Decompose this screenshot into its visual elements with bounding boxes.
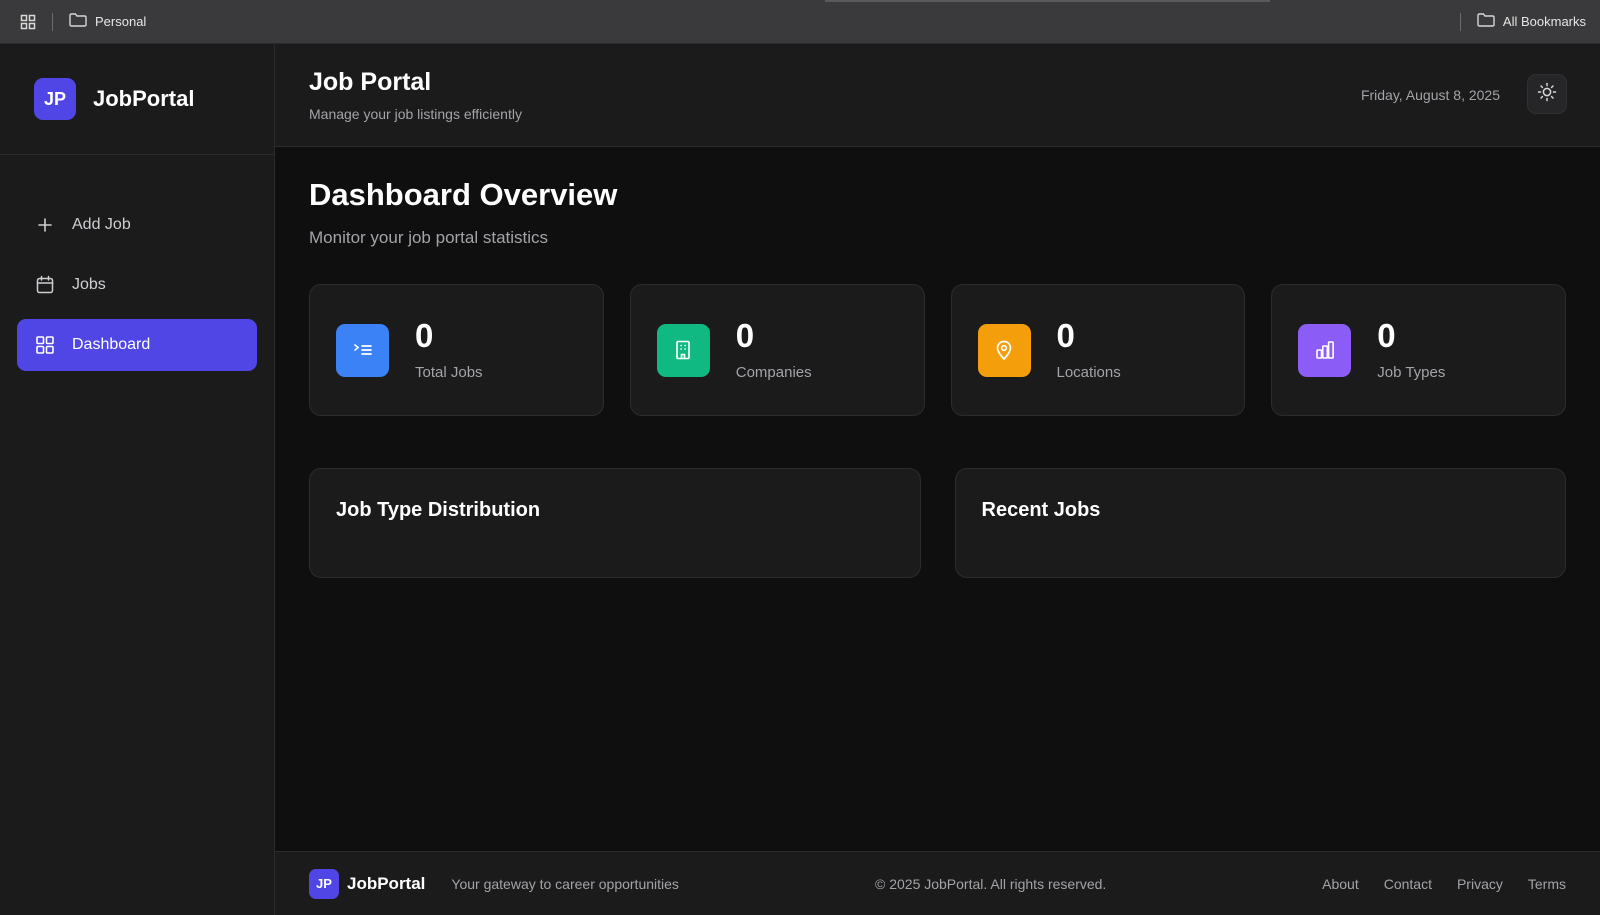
- recent-jobs-panel: Recent Jobs: [954, 468, 1566, 578]
- folder-icon: [69, 13, 87, 30]
- footer-link-terms[interactable]: Terms: [1528, 876, 1566, 892]
- stat-label: Total Jobs: [415, 364, 483, 381]
- footer-links: About Contact Privacy Terms: [1322, 876, 1566, 892]
- current-date: Friday, August 8, 2025: [1360, 87, 1500, 103]
- page-footer: JP JobPortal Your gateway to career oppo…: [275, 851, 1600, 915]
- panels-row: Job Type Distribution Recent Jobs: [309, 468, 1566, 578]
- bookmark-folder-label: All Bookmarks: [1502, 14, 1586, 29]
- list-icon: [336, 323, 389, 377]
- stat-label: Companies: [735, 364, 812, 381]
- brand-name: JobPortal: [93, 86, 195, 111]
- job-type-distribution-panel: Job Type Distribution: [309, 468, 921, 578]
- footer-logo-badge: JP: [309, 868, 339, 899]
- stat-card-companies[interactable]: 0 Companies: [629, 284, 925, 416]
- main-content: Dashboard Overview Monitor your job port…: [275, 147, 1600, 851]
- dashboard-grid-icon: [35, 335, 55, 355]
- stat-card-total-jobs[interactable]: 0 Total Jobs: [309, 284, 604, 416]
- sidebar-item-dashboard[interactable]: Dashboard: [17, 319, 257, 371]
- sidebar-item-label: Jobs: [72, 276, 106, 293]
- stat-card-locations[interactable]: 0 Locations: [950, 284, 1246, 416]
- panel-title: Job Type Distribution: [336, 499, 541, 521]
- footer-tagline: Your gateway to career opportunities: [451, 875, 679, 892]
- page-subtitle: Monitor your job portal statistics: [309, 228, 549, 247]
- stat-label: Locations: [1056, 364, 1121, 381]
- footer-link-contact[interactable]: Contact: [1384, 876, 1432, 892]
- bar-chart-icon: [1298, 323, 1352, 377]
- calendar-icon: [35, 275, 55, 295]
- footer-link-about[interactable]: About: [1322, 876, 1359, 892]
- bookmark-folder-all[interactable]: All Bookmarks: [1477, 13, 1586, 30]
- sidebar: JP JobPortal Add Job Jobs Dashboard: [0, 44, 275, 915]
- map-pin-icon: [977, 323, 1031, 377]
- header-subtitle: Manage your job listings efficiently: [309, 106, 522, 122]
- sidebar-item-jobs[interactable]: Jobs: [17, 259, 257, 311]
- stats-row: 0 Total Jobs 0 Companies 0 Locations 0 J…: [309, 284, 1566, 416]
- page-header: Job Portal Manage your job listings effi…: [275, 44, 1600, 147]
- plus-icon: [35, 215, 55, 235]
- theme-toggle-button[interactable]: [1527, 74, 1567, 114]
- sidebar-brand[interactable]: JP JobPortal: [0, 44, 274, 155]
- page-title: Dashboard Overview: [309, 177, 618, 212]
- stat-value: 0: [1056, 317, 1075, 354]
- sun-icon: [1537, 82, 1557, 107]
- footer-copyright: © 2025 JobPortal. All rights reserved.: [875, 875, 1107, 892]
- logo-badge: JP: [34, 78, 76, 120]
- sidebar-item-label: Add Job: [72, 216, 131, 233]
- footer-link-privacy[interactable]: Privacy: [1457, 876, 1503, 892]
- stat-value: 0: [415, 317, 434, 354]
- bookmarks-separator: [1459, 12, 1461, 31]
- apps-grid-icon[interactable]: [20, 14, 36, 30]
- stat-label: Job Types: [1377, 364, 1446, 381]
- stat-card-job-types[interactable]: 0 Job Types: [1271, 284, 1566, 416]
- folder-icon: [1477, 13, 1495, 30]
- bookmark-folder-label: Personal: [95, 14, 147, 29]
- tab-indicator: [825, 0, 1270, 2]
- stat-value: 0: [1377, 317, 1396, 354]
- footer-brand: JobPortal: [347, 873, 426, 893]
- bookmark-folder-personal[interactable]: Personal: [69, 13, 146, 30]
- stat-value: 0: [735, 317, 755, 354]
- bookmarks-bar: Personal All Bookmarks: [0, 0, 1600, 44]
- sidebar-nav: Add Job Jobs Dashboard: [0, 155, 274, 371]
- sidebar-item-add-job[interactable]: Add Job: [17, 199, 257, 251]
- sidebar-item-label: Dashboard: [72, 336, 151, 353]
- bookmarks-separator: [52, 12, 53, 31]
- building-icon: [656, 323, 710, 377]
- panel-title: Recent Jobs: [981, 499, 1101, 521]
